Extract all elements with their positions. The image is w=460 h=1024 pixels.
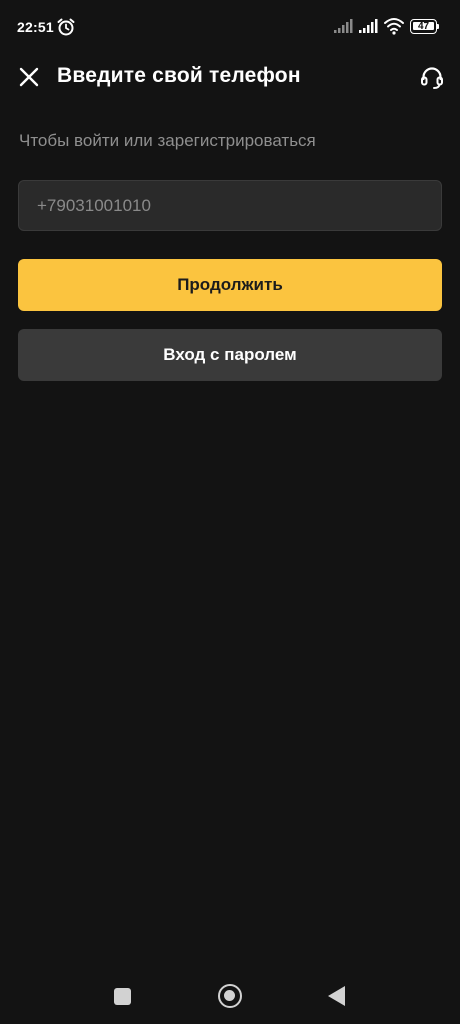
page-title: Введите свой телефон — [57, 64, 301, 87]
home-icon[interactable] — [218, 984, 242, 1008]
battery-icon: 47 — [410, 19, 440, 34]
close-button[interactable] — [14, 62, 44, 92]
password-login-button[interactable]: Вход с паролем — [18, 329, 442, 381]
continue-button[interactable]: Продолжить — [18, 259, 442, 311]
alarm-icon — [57, 18, 75, 36]
status-time: 22:51 — [17, 19, 54, 35]
battery-level: 47 — [417, 21, 430, 32]
signal-icon — [334, 19, 353, 33]
signal-icon — [359, 19, 378, 33]
headset-icon — [421, 67, 443, 89]
support-button[interactable] — [416, 62, 448, 94]
phone-input[interactable] — [18, 180, 442, 231]
phone-login-screen: 22:51 47 Введите свой телефон Чтобы войт… — [0, 0, 460, 1024]
back-icon[interactable] — [328, 986, 345, 1006]
recents-icon[interactable] — [114, 988, 131, 1005]
status-bar: 22:51 47 — [0, 0, 460, 56]
subtitle: Чтобы войти или зарегистрироваться — [19, 131, 316, 150]
home-dot — [224, 990, 235, 1001]
wifi-icon — [384, 18, 404, 35]
close-icon — [19, 67, 39, 87]
